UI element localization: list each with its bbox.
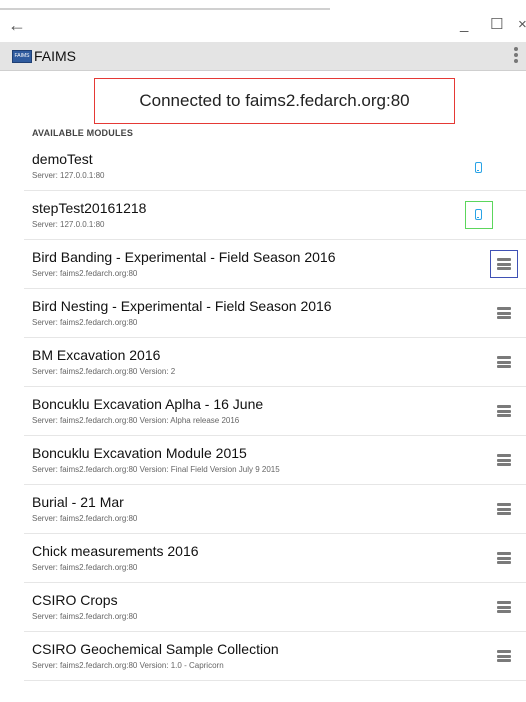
module-row[interactable]: Bird Nesting - Experimental - Field Seas… — [24, 289, 526, 338]
module-title: Boncuklu Excavation Module 2015 — [32, 445, 247, 461]
module-title: Boncuklu Excavation Aplha - 16 June — [32, 396, 264, 412]
module-subtitle: Server: faims2.fedarch.org:80 — [32, 269, 138, 278]
module-title: BM Excavation 2016 — [32, 347, 161, 363]
phone-icon — [465, 154, 493, 182]
module-row[interactable]: CSIRO Geochemical Sample Collection Serv… — [24, 632, 526, 681]
server-icon — [490, 544, 518, 572]
section-header-available-modules: AVAILABLE MODULES — [32, 128, 134, 138]
server-icon — [490, 642, 518, 670]
module-row[interactable]: CSIRO Crops Server: faims2.fedarch.org:8… — [24, 583, 526, 632]
module-row[interactable]: demoTest Server: 127.0.0.1:80 — [24, 142, 526, 191]
top-edge — [0, 0, 526, 10]
module-subtitle: Server: faims2.fedarch.org:80 — [32, 318, 138, 327]
module-title: stepTest20161218 — [32, 200, 147, 216]
module-title: CSIRO Crops — [32, 592, 118, 608]
module-subtitle: Server: 127.0.0.1:80 — [32, 220, 105, 229]
module-row[interactable]: Boncuklu Excavation Module 2015 Server: … — [24, 436, 526, 485]
module-subtitle: Server: faims2.fedarch.org:80 Version: 1… — [32, 661, 224, 670]
server-icon — [490, 446, 518, 474]
module-row[interactable]: Boncuklu Excavation Aplha - 16 June Serv… — [24, 387, 526, 436]
module-title: CSIRO Geochemical Sample Collection — [32, 641, 279, 657]
app-title: FAIMS — [34, 48, 77, 64]
module-row[interactable]: stepTest20161218 Server: 127.0.0.1:80 — [24, 191, 526, 240]
module-row[interactable]: Chick measurements 2016 Server: faims2.f… — [24, 534, 526, 583]
minimize-icon[interactable]: _ — [460, 14, 468, 36]
server-icon — [490, 593, 518, 621]
module-title: Bird Banding - Experimental - Field Seas… — [32, 249, 336, 265]
module-subtitle: Server: faims2.fedarch.org:80 — [32, 514, 138, 523]
module-row[interactable]: Bird Banding - Experimental - Field Seas… — [24, 240, 526, 289]
module-subtitle: Server: faims2.fedarch.org:80 Version: A… — [32, 416, 240, 425]
module-title: Bird Nesting - Experimental - Field Seas… — [32, 298, 332, 314]
connection-status-banner: Connected to faims2.fedarch.org:80 — [94, 78, 455, 124]
close-icon[interactable]: × — [518, 14, 526, 36]
maximize-icon[interactable]: ☐ — [490, 14, 503, 36]
server-icon — [490, 348, 518, 376]
back-arrow-icon[interactable]: ← — [8, 14, 26, 36]
module-subtitle: Server: 127.0.0.1:80 — [32, 171, 105, 180]
module-row[interactable]: Burial - 21 Mar Server: faims2.fedarch.o… — [24, 485, 526, 534]
module-subtitle: Server: faims2.fedarch.org:80 Version: F… — [32, 465, 280, 474]
module-subtitle: Server: faims2.fedarch.org:80 — [32, 612, 138, 621]
module-title: Chick measurements 2016 — [32, 543, 199, 559]
server-icon — [490, 299, 518, 327]
module-title: Burial - 21 Mar — [32, 494, 124, 510]
module-row[interactable]: BM Excavation 2016 Server: faims2.fedarc… — [24, 338, 526, 387]
server-icon — [490, 397, 518, 425]
window-bar: ← _ ☐ × — [0, 12, 526, 40]
module-subtitle: Server: faims2.fedarch.org:80 Version: 2 — [32, 367, 176, 376]
app-bar: FAIMS FAIMS — [0, 42, 526, 71]
module-list: demoTest Server: 127.0.0.1:80 stepTest20… — [24, 142, 526, 681]
server-icon — [490, 250, 518, 278]
module-subtitle: Server: faims2.fedarch.org:80 — [32, 563, 138, 572]
overflow-menu-icon[interactable] — [514, 46, 519, 66]
server-icon — [490, 495, 518, 523]
phone-icon — [465, 201, 493, 229]
faims-logo-icon: FAIMS — [12, 50, 32, 63]
module-title: demoTest — [32, 151, 93, 167]
